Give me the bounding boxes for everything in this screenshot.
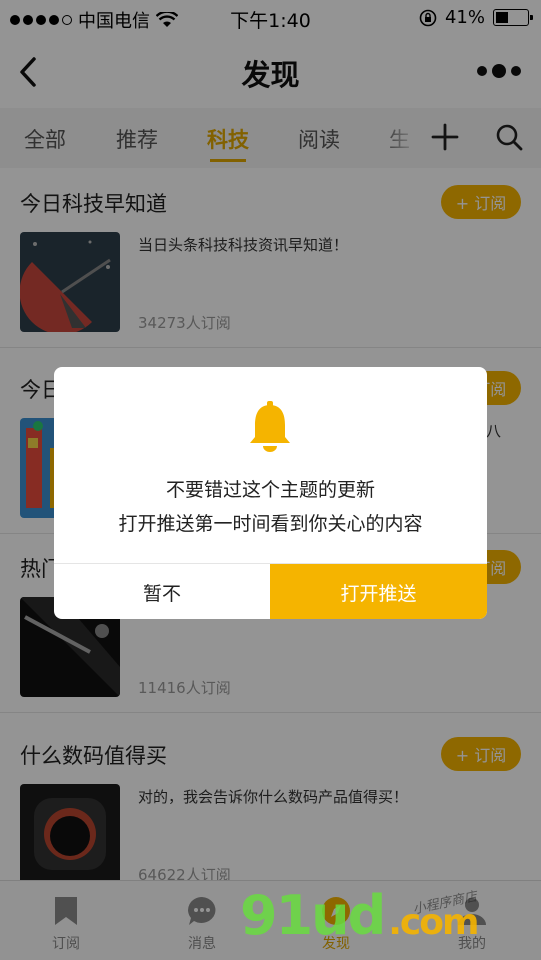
push-notification-dialog: 不要错过这个主题的更新 打开推送第一时间看到你关心的内容 暂不 打开推送 — [54, 367, 487, 619]
dialog-message-line2: 打开推送第一时间看到你关心的内容 — [118, 513, 423, 535]
enable-push-button[interactable]: 打开推送 — [270, 564, 487, 619]
dialog-buttons: 暂不 打开推送 — [54, 563, 487, 619]
dialog-message-line1: 不要错过这个主题的更新 — [165, 479, 375, 501]
not-now-button[interactable]: 暂不 — [54, 564, 270, 619]
bell-icon — [250, 401, 290, 452]
